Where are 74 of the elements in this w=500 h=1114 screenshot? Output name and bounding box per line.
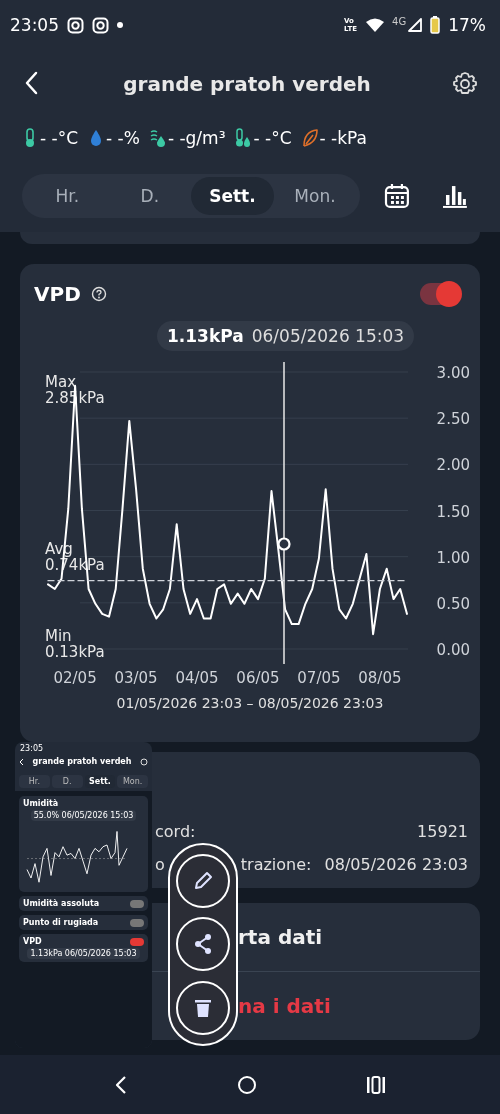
- x-axis-label: 08/05: [358, 669, 402, 687]
- preview-card-title: VPD: [23, 937, 42, 946]
- network-label: 4G: [392, 15, 407, 27]
- preview-title: grande pratoh verdeh: [31, 757, 133, 766]
- chart-cursor[interactable]: [277, 361, 291, 665]
- min-label: Min: [45, 627, 72, 645]
- home-icon[interactable]: [237, 1074, 257, 1095]
- preview-card-title: Punto di rugiada: [23, 918, 99, 927]
- clock: 23:05: [10, 15, 59, 35]
- period-tab[interactable]: Sett.: [191, 177, 274, 215]
- y-axis-label: 2.50: [436, 410, 470, 429]
- sensor-reading: - -kPa: [319, 128, 367, 148]
- min-label: 0.13kPa: [45, 643, 105, 661]
- preview-tab: D.: [51, 775, 83, 788]
- preview-tab: Mon.: [117, 775, 148, 788]
- sensor-reading: - -%: [106, 128, 140, 148]
- delete-button[interactable]: [176, 981, 230, 1036]
- camera-icon: [92, 16, 109, 34]
- x-axis-label: 04/05: [175, 669, 219, 687]
- date-range: 01/05/2026 23:03 – 08/05/2026 23:03: [115, 695, 385, 711]
- x-axis-label: 07/05: [297, 669, 341, 687]
- period-tab[interactable]: Hr.: [26, 177, 109, 215]
- max-label: Max: [45, 373, 76, 391]
- back-icon[interactable]: [114, 1074, 129, 1095]
- share-icon: [192, 933, 214, 956]
- back-icon: [19, 757, 24, 766]
- wifi-icon: [366, 18, 385, 32]
- info-label: o: [155, 855, 165, 874]
- y-axis-label: 0.00: [436, 641, 470, 659]
- calendar-icon[interactable]: [384, 183, 411, 209]
- preview-tooltip: 55.0% 06/05/2026 15:03: [30, 810, 137, 821]
- sensor-reading: - -g/m³: [167, 128, 226, 148]
- battery-icon: [430, 16, 441, 34]
- info-label: cord:: [155, 822, 196, 841]
- recents-icon[interactable]: [365, 1074, 386, 1095]
- share-button[interactable]: [176, 917, 230, 972]
- edit-button[interactable]: [176, 853, 230, 908]
- preview-card-title: Umidità: [23, 799, 59, 808]
- tooltip-value: 1.13kPa: [167, 326, 244, 346]
- info-label: trazione:: [240, 855, 312, 874]
- x-axis-label: 02/05: [53, 669, 97, 687]
- preview-tooltip: 1.13kPa 06/05/2026 15:03: [27, 948, 140, 959]
- dot-icon: [117, 22, 123, 28]
- tooltip-time: 06/05/2026 15:03: [251, 326, 405, 346]
- trash-icon: [192, 997, 214, 1020]
- preview-tab: Sett.: [84, 775, 116, 788]
- period-tab[interactable]: D.: [108, 177, 192, 215]
- screenshot-preview[interactable]: 23:05 grande pratoh verdeh Hr. D. Sett. Mon. Umidità 55.0% 06/05/2026 15:03 Umidità assoluta Punto di rugiada VPD 1.13kPa 06/05/2026 15:03: [15, 742, 152, 1048]
- help-icon[interactable]: [90, 286, 107, 302]
- x-axis-label: 06/05: [236, 669, 280, 687]
- y-axis-label: 0.50: [436, 594, 470, 613]
- sensor-reading: - -°C: [40, 128, 79, 148]
- sensor-reading: - -°C: [253, 128, 292, 148]
- camera-icon: [67, 16, 84, 34]
- info-value: 08/05/2026 23:03: [324, 855, 468, 874]
- signal-icon: [408, 18, 423, 32]
- toggle-switch[interactable]: [420, 283, 460, 305]
- x-axis-label: 03/05: [114, 669, 158, 687]
- delete-data-button[interactable]: na i dati: [238, 990, 331, 1022]
- pencil-icon: [192, 869, 214, 892]
- info-value: 15921: [417, 822, 468, 841]
- period-tab[interactable]: Mon.: [273, 177, 357, 215]
- y-axis-label: 2.00: [436, 456, 470, 475]
- y-axis-label: 1.50: [436, 502, 470, 521]
- bar-chart-icon[interactable]: [442, 183, 468, 209]
- page-title: grande pratoh verdeh: [122, 72, 372, 96]
- battery-level: 17%: [448, 15, 486, 35]
- preview-tab: Hr.: [19, 775, 50, 788]
- card-title: VPD: [34, 282, 81, 306]
- y-axis-label: 1.00: [436, 548, 470, 567]
- preview-clock: 23:05: [20, 744, 44, 753]
- y-axis-label: 3.00: [436, 364, 470, 382]
- export-data-button[interactable]: rta dati: [238, 921, 323, 953]
- preview-card-title: Umidità assoluta: [23, 899, 100, 908]
